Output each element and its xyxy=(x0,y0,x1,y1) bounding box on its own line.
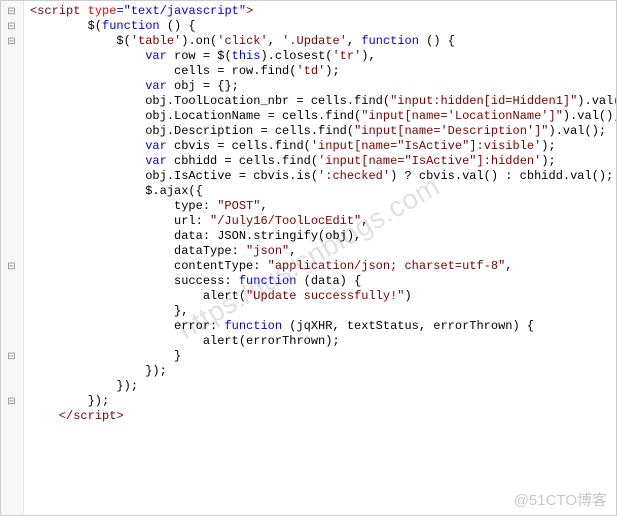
fold-spacer xyxy=(0,199,23,214)
code-line: alert(errorThrown); xyxy=(30,334,617,349)
fold-spacer xyxy=(0,229,23,244)
code-area[interactable]: <script type="text/javascript"> $(functi… xyxy=(24,0,617,516)
fold-toggle[interactable]: ⊟ xyxy=(0,19,23,34)
fold-spacer xyxy=(0,364,23,379)
code-line: error: function (jqXHR, textStatus, erro… xyxy=(30,319,617,334)
code-line: var cbvis = cells.find('input[name="IsAc… xyxy=(30,139,617,154)
code-line: obj.IsActive = cbvis.is(':checked') ? cb… xyxy=(30,169,617,184)
code-line: }); xyxy=(30,379,617,394)
fold-spacer xyxy=(0,484,23,499)
fold-toggle[interactable]: ⊟ xyxy=(0,4,23,19)
fold-spacer xyxy=(0,469,23,484)
fold-gutter: ⊟ ⊟ ⊟ ⊟ ⊟ ⊟ xyxy=(0,0,24,516)
fold-spacer xyxy=(0,334,23,349)
code-line: url: "/July16/ToolLocEdit", xyxy=(30,214,617,229)
code-line: success: function (data) { xyxy=(30,274,617,289)
fold-spacer xyxy=(0,169,23,184)
code-line: obj.ToolLocation_nbr = cells.find("input… xyxy=(30,94,617,109)
fold-spacer xyxy=(0,409,23,424)
fold-toggle[interactable]: ⊟ xyxy=(0,259,23,274)
fold-spacer xyxy=(0,79,23,94)
fold-toggle[interactable]: ⊟ xyxy=(0,394,23,409)
fold-spacer xyxy=(0,49,23,64)
fold-spacer xyxy=(0,184,23,199)
code-line: cells = row.find('td'); xyxy=(30,64,617,79)
fold-spacer xyxy=(0,274,23,289)
fold-spacer xyxy=(0,154,23,169)
fold-spacer xyxy=(0,304,23,319)
code-editor: ⊟ ⊟ ⊟ ⊟ ⊟ ⊟ <script type="text/javascrip xyxy=(0,0,617,516)
code-line: }, xyxy=(30,304,617,319)
code-line: } xyxy=(30,349,617,364)
code-line: alert("Update successfully!") xyxy=(30,289,617,304)
fold-toggle[interactable]: ⊟ xyxy=(0,349,23,364)
fold-spacer xyxy=(0,244,23,259)
fold-spacer xyxy=(0,439,23,454)
code-line: }); xyxy=(30,364,617,379)
fold-spacer xyxy=(0,379,23,394)
fold-spacer xyxy=(0,289,23,304)
code-line: var row = $(this).closest('tr'), xyxy=(30,49,617,64)
code-line: var cbhidd = cells.find('input[name="IsA… xyxy=(30,154,617,169)
code-line: </script> xyxy=(30,409,617,424)
fold-spacer xyxy=(0,214,23,229)
code-line: obj.Description = cells.find("input[name… xyxy=(30,124,617,139)
fold-spacer xyxy=(0,124,23,139)
fold-spacer xyxy=(0,139,23,154)
fold-spacer xyxy=(0,424,23,439)
code-line: <script type="text/javascript"> xyxy=(30,4,617,19)
code-line: contentType: "application/json; charset=… xyxy=(30,259,617,274)
code-line: data: JSON.stringify(obj), xyxy=(30,229,617,244)
fold-spacer xyxy=(0,454,23,469)
code-line: var obj = {}; xyxy=(30,79,617,94)
fold-spacer xyxy=(0,94,23,109)
fold-spacer xyxy=(0,109,23,124)
code-line: dataType: "json", xyxy=(30,244,617,259)
fold-spacer xyxy=(0,319,23,334)
code-line: obj.LocationName = cells.find("input[nam… xyxy=(30,109,617,124)
code-line: $.ajax({ xyxy=(30,184,617,199)
fold-toggle[interactable]: ⊟ xyxy=(0,34,23,49)
code-line: $('table').on('click', '.Update', functi… xyxy=(30,34,617,49)
code-line: $(function () { xyxy=(30,19,617,34)
code-line: type: "POST", xyxy=(30,199,617,214)
fold-spacer xyxy=(0,64,23,79)
code-line: }); xyxy=(30,394,617,409)
